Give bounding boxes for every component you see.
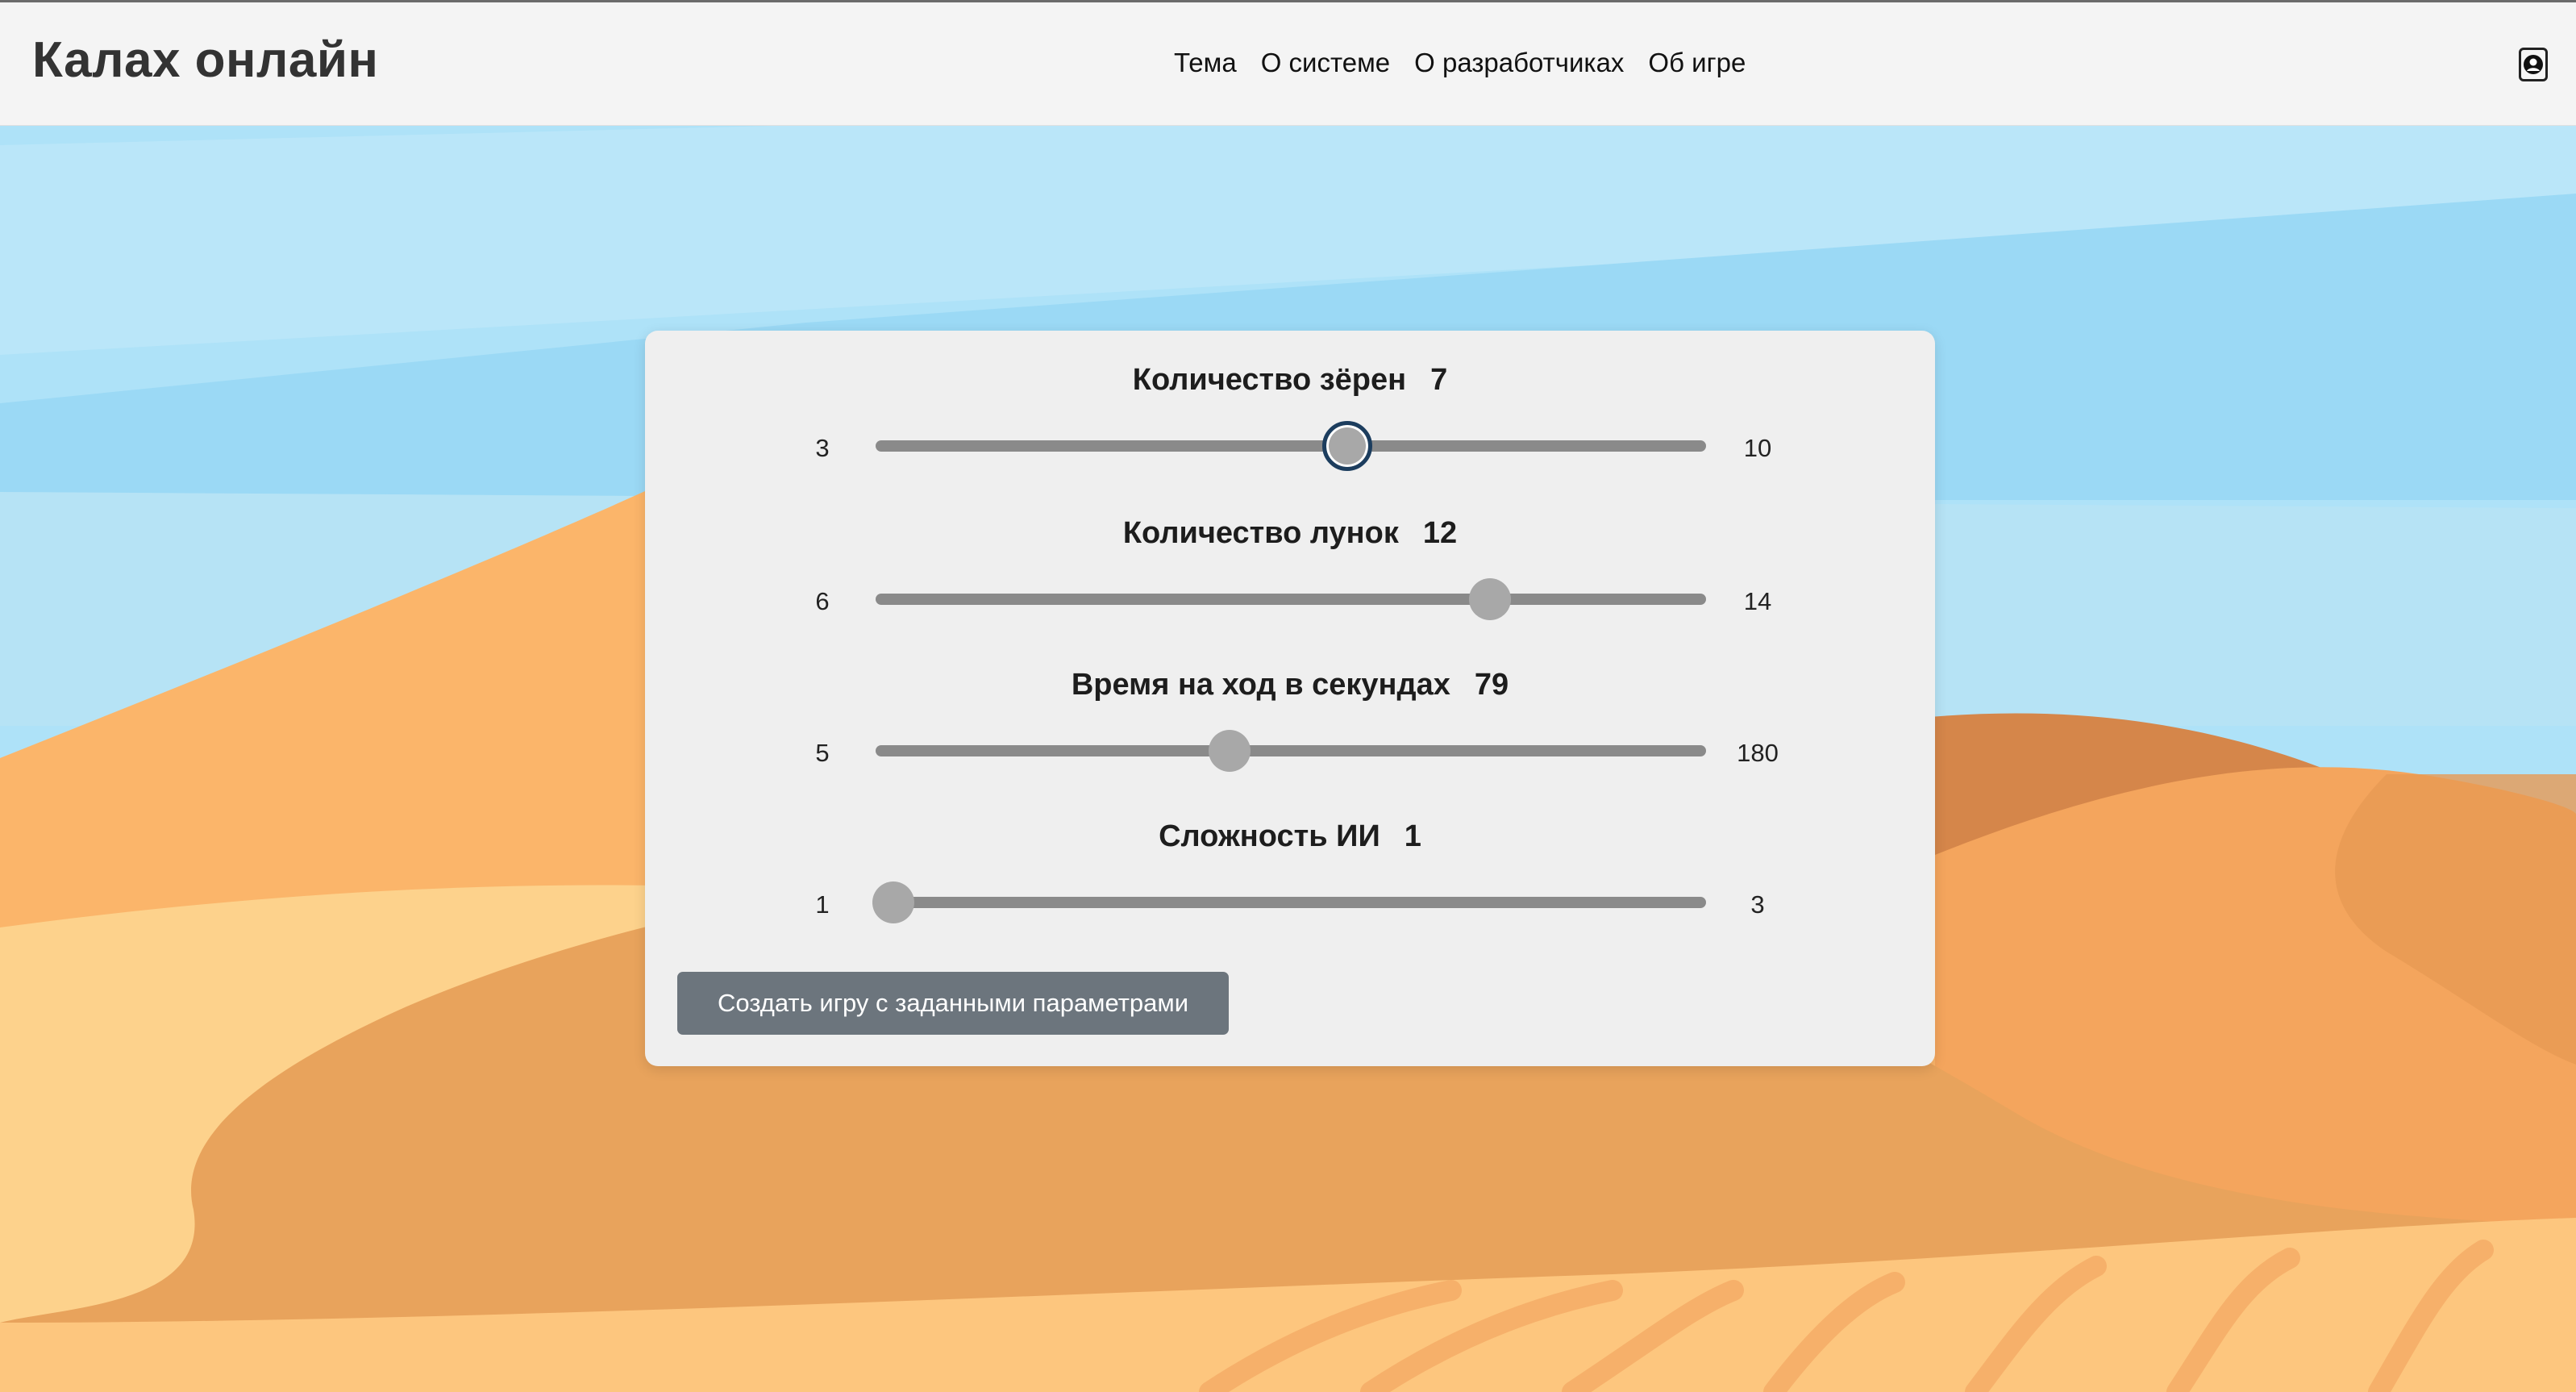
holes-label: Количество лунок [1122, 516, 1399, 550]
ai-difficulty-value: 1 [1404, 819, 1421, 853]
time-value: 79 [1474, 668, 1509, 702]
holes-title: Количество лунок 12 [645, 516, 1935, 551]
ai-difficulty-max-label: 3 [1750, 890, 1765, 919]
brand-title[interactable]: Калах онлайн [32, 31, 378, 89]
seeds-max-label: 10 [1743, 434, 1772, 462]
seeds-value: 7 [1430, 363, 1448, 397]
time-title: Время на ход в секундах 79 [645, 668, 1935, 702]
ai-difficulty-label: Сложность ИИ [1159, 819, 1380, 853]
time-slider-thumb[interactable] [1208, 730, 1251, 772]
nav-item-about-game[interactable]: Об игре [1648, 48, 1746, 78]
user-circle-icon [2524, 55, 2543, 74]
time-slider[interactable] [876, 730, 1706, 772]
time-max-label: 180 [1737, 739, 1779, 767]
nav-item-theme[interactable]: Тема [1174, 48, 1237, 78]
seeds-slider[interactable] [876, 421, 1706, 471]
holes-min-label: 6 [815, 587, 830, 615]
ai-difficulty-title: Сложность ИИ 1 [645, 819, 1935, 854]
holes-slider-thumb[interactable] [1468, 578, 1511, 620]
time-min-label: 5 [815, 739, 830, 767]
seeds-slider-thumb[interactable] [1322, 421, 1373, 471]
seeds-label: Количество зёрен [1132, 363, 1407, 397]
time-setting: Время на ход в секундах 79 5 180 [645, 668, 1935, 797]
holes-value: 12 [1422, 516, 1458, 550]
holes-max-label: 14 [1743, 587, 1772, 615]
nav-item-about-system[interactable]: О системе [1261, 48, 1390, 78]
holes-slider[interactable] [876, 578, 1706, 620]
seeds-title: Количество зёрен 7 [645, 363, 1935, 398]
seeds-setting: Количество зёрен 7 3 10 [645, 363, 1935, 492]
seeds-min-label: 3 [815, 434, 830, 462]
nav-item-about-developers[interactable]: О разработчиках [1414, 48, 1624, 78]
ai-difficulty-setting: Сложность ИИ 1 1 3 [645, 819, 1935, 948]
ai-difficulty-min-label: 1 [815, 890, 830, 919]
user-button[interactable] [2519, 48, 2548, 81]
ai-difficulty-slider-thumb[interactable] [872, 881, 914, 923]
top-navbar: Калах онлайн Тема О системе О разработчи… [0, 0, 2576, 126]
game-settings-panel: Количество зёрен 7 3 10 Количество лунок 1… [645, 331, 1935, 1066]
holes-setting: Количество лунок 12 6 14 [645, 516, 1935, 645]
create-game-button[interactable]: Создать игру с заданными параметрами [677, 972, 1229, 1035]
ai-difficulty-slider[interactable] [872, 881, 1706, 923]
nav-menu: Тема О системе О разработчиках Об игре [1174, 48, 1746, 78]
time-label: Время на ход в секундах [1071, 668, 1450, 702]
